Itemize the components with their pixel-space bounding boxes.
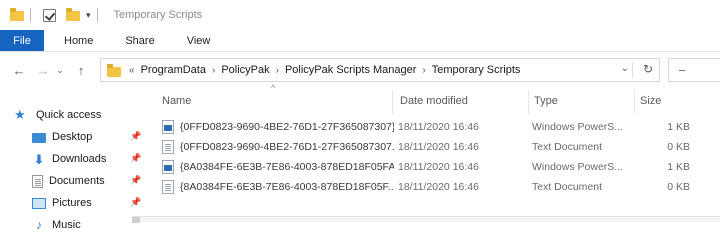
column-header-type[interactable]: Type [534, 88, 634, 114]
file-type: Windows PowerS... [532, 121, 624, 133]
file-type: Text Document [532, 141, 603, 153]
breadcrumb-item[interactable]: Temporary Scripts [432, 64, 521, 76]
tab-home[interactable]: Home [48, 30, 109, 51]
table-row[interactable]: {0FFD0823-9690-4BE2-76D1-27F365087307...… [162, 137, 702, 157]
column-header-name[interactable]: Name [162, 88, 394, 114]
tab-share[interactable]: Share [109, 30, 170, 51]
breadcrumb-overflow[interactable]: « [129, 65, 135, 76]
window-title: Temporary Scripts [113, 9, 203, 21]
nav-item-label: Pictures [52, 197, 92, 209]
tab-file[interactable]: File [0, 30, 44, 51]
search-input[interactable] [668, 58, 720, 82]
properties-icon[interactable] [43, 8, 56, 22]
file-size: 1 KB [667, 121, 690, 133]
title-bar: ▾ Temporary Scripts [0, 0, 720, 30]
text-file-icon [162, 180, 174, 194]
text-file-icon [162, 140, 174, 154]
scrollbar-thumb[interactable] [132, 217, 140, 223]
chevron-right-icon[interactable]: › [212, 65, 215, 76]
file-name: {8A0384FE-6E3B-7E86-4003-878ED18F05F... [180, 181, 394, 193]
table-row[interactable]: {0FFD0823-9690-4BE2-76D1-27F365087307} 1… [162, 117, 702, 137]
column-header-date[interactable]: Date modified [400, 88, 530, 114]
file-name: {0FFD0823-9690-4BE2-76D1-27F365087307... [180, 141, 394, 153]
file-name: {0FFD0823-9690-4BE2-76D1-27F365087307} [180, 121, 394, 133]
ribbon-tabs: File Home Share View [0, 30, 720, 52]
address-folder-icon [107, 63, 121, 77]
file-type: Text Document [532, 181, 603, 193]
nav-item-label: Desktop [52, 131, 93, 143]
breadcrumb-item[interactable]: ProgramData [141, 64, 206, 76]
desktop-icon [32, 132, 46, 143]
address-row: ← → ⌄ ↑ « ProgramData › PolicyPak › Poli… [0, 52, 720, 88]
up-arrow-icon[interactable]: ↑ [72, 63, 90, 78]
nav-item-label: Quick access [36, 109, 102, 121]
nav-item-documents[interactable]: Documents 📌 [0, 170, 150, 192]
title-separator [96, 8, 98, 22]
pictures-icon [32, 198, 46, 209]
new-folder-icon[interactable] [66, 8, 80, 21]
nav-item-quick-access[interactable]: ★ Quick access [0, 104, 150, 126]
powershell-file-icon [162, 120, 174, 134]
nav-item-label: Music [52, 219, 81, 231]
nav-item-pictures[interactable]: Pictures 📌 [0, 192, 150, 214]
recent-locations-icon[interactable]: ⌄ [54, 65, 66, 76]
pin-icon[interactable]: 📌 [130, 197, 141, 209]
nav-item-label: Downloads [52, 153, 107, 165]
pin-icon[interactable]: 📌 [130, 131, 141, 143]
column-separator[interactable] [634, 90, 635, 114]
file-type: Windows PowerS... [532, 161, 624, 173]
star-icon: ★ [14, 107, 26, 122]
address-separator [632, 62, 633, 78]
column-separator[interactable] [392, 90, 393, 114]
column-separator[interactable] [528, 90, 529, 114]
table-row[interactable]: {8A0384FE-6E3B-7E86-4003-878ED18F05FA} 1… [162, 157, 702, 177]
address-bar[interactable]: « ProgramData › PolicyPak › PolicyPak Sc… [100, 58, 660, 82]
file-name-cell[interactable]: {8A0384FE-6E3B-7E86-4003-878ED18F05FA} [162, 157, 394, 177]
download-icon: ⬇ [33, 151, 45, 167]
forward-arrow-icon[interactable]: → [34, 63, 52, 78]
breadcrumb-item[interactable]: PolicyPak [221, 64, 269, 76]
file-date: 18/11/2020 16:46 [398, 161, 479, 173]
music-icon: ♪ [36, 217, 42, 232]
pin-icon[interactable]: 📌 [130, 175, 141, 187]
folder-icon [10, 8, 24, 21]
address-dropdown-icon[interactable]: ⌄ [621, 63, 629, 74]
file-size: 0 KB [667, 181, 690, 193]
tab-view[interactable]: View [171, 30, 227, 51]
navigation-pane: ★ Quick access Desktop 📌 ⬇ Downloads 📌 D… [0, 88, 150, 231]
customize-quick-access-icon[interactable]: ▾ [86, 10, 91, 21]
nav-item-desktop[interactable]: Desktop 📌 [0, 126, 150, 148]
nav-item-downloads[interactable]: ⬇ Downloads 📌 [0, 148, 150, 170]
file-date: 18/11/2020 16:46 [398, 141, 479, 153]
file-name-cell[interactable]: {0FFD0823-9690-4BE2-76D1-27F365087307} [162, 117, 394, 137]
refresh-icon[interactable]: ↻ [643, 62, 653, 76]
column-header-size[interactable]: Size [640, 88, 700, 114]
toolbar-separator [30, 8, 31, 22]
table-row[interactable]: {8A0384FE-6E3B-7E86-4003-878ED18F05F... … [162, 177, 702, 197]
nav-item-label: Documents [49, 175, 105, 187]
file-size: 0 KB [667, 141, 690, 153]
file-name: {8A0384FE-6E3B-7E86-4003-878ED18F05FA} [180, 161, 394, 173]
file-date: 18/11/2020 16:46 [398, 181, 479, 193]
file-name-cell[interactable]: {8A0384FE-6E3B-7E86-4003-878ED18F05F... [162, 177, 394, 197]
documents-icon [32, 174, 43, 188]
file-list: ^ Name Date modified Type Size {0FFD0823… [152, 83, 720, 222]
chevron-right-icon[interactable]: › [276, 65, 279, 76]
powershell-file-icon [162, 160, 174, 174]
file-name-cell[interactable]: {0FFD0823-9690-4BE2-76D1-27F365087307... [162, 137, 394, 157]
chevron-right-icon[interactable]: › [422, 65, 425, 76]
nav-item-music[interactable]: ♪ Music [0, 214, 150, 236]
breadcrumb: « ProgramData › PolicyPak › PolicyPak Sc… [129, 64, 520, 76]
file-size: 1 KB [667, 161, 690, 173]
breadcrumb-item[interactable]: PolicyPak Scripts Manager [285, 64, 416, 76]
horizontal-scrollbar[interactable] [132, 216, 720, 223]
back-arrow-icon[interactable]: ← [10, 63, 28, 78]
pin-icon[interactable]: 📌 [130, 153, 141, 165]
file-date: 18/11/2020 16:46 [398, 121, 479, 133]
